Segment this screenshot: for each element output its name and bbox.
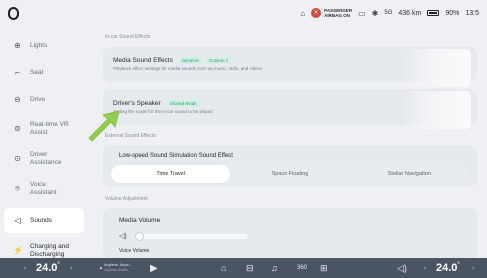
- option-time-travel[interactable]: Time Travel: [111, 165, 231, 183]
- sidebar-item-label: Real-time VR Assist: [30, 120, 69, 136]
- airbag-status: ✕ PASSENGER AIRBAG ON: [311, 8, 352, 18]
- media-volume-card: Media Volume ◁) Voice Volume: [103, 208, 477, 258]
- media-sound-effects-title: Media Sound Effects: [113, 57, 173, 65]
- tag-dynamic: Dynamic: [178, 57, 203, 64]
- battery-percent: 90%: [445, 9, 460, 17]
- sound-icon: ◁: [14, 216, 21, 225]
- sidebar-item-seat[interactable]: ⌐ Seat: [4, 60, 84, 85]
- apps-icon[interactable]: ⊞: [320, 263, 328, 274]
- status-indicators: ⌂ ✕ PASSENGER AIRBAG ON ▭ ✱ 5G 436 km 90…: [300, 8, 479, 18]
- right-temp-up-icon[interactable]: ›: [472, 265, 474, 272]
- low-speed-sound-selector: Time Travel Space Floating Stellar Navig…: [111, 165, 469, 183]
- car-icon[interactable]: ⊟: [246, 263, 254, 274]
- sidebar-item-label: Sounds: [30, 217, 53, 224]
- sidebar-item-sounds[interactable]: ◁ Sounds: [4, 208, 84, 233]
- settings-sidebar: ⊕ Lights ⌐ Seat ⊖ Drive ⊜ Real-time VR A…: [0, 26, 88, 258]
- sidebar-item-label: Charging and Discharging: [30, 242, 70, 258]
- sidebar-item-lights[interactable]: ⊕ Lights: [4, 33, 84, 58]
- tag-shared-mode: Shared Mode: [166, 100, 200, 107]
- sidebar-item-label: Drive: [30, 96, 46, 103]
- media-volume-title: Media Volume: [119, 217, 161, 224]
- status-bar: ⌂ ✕ PASSENGER AIRBAG ON ▭ ✱ 5G 436 km 90…: [0, 0, 487, 26]
- left-temp-up-icon[interactable]: ›: [70, 265, 72, 272]
- airbag-icon: ✕: [311, 8, 322, 18]
- steering-icon: ⊖: [14, 95, 21, 104]
- right-temp-down-icon[interactable]: ‹: [424, 265, 426, 272]
- sidebar-item-real-time-vr-assist[interactable]: ⊜ Real-time VR Assist: [4, 115, 84, 142]
- home-icon[interactable]: ⌂: [221, 263, 226, 273]
- sidebar-item-driver-assistance[interactable]: ⊙ Driver Assistance: [4, 145, 84, 172]
- bluetooth-icon: ✱: [371, 8, 379, 18]
- cabin-sound-illustration: [401, 49, 471, 87]
- play-icon[interactable]: ▲: [99, 265, 103, 270]
- media-icon: ▭: [358, 8, 366, 18]
- range-readout: 436 km: [398, 9, 422, 17]
- charging-icon: ⚡: [13, 246, 23, 255]
- sidebar-item-label: Voice Assistant: [30, 180, 57, 196]
- drivers-speaker-card[interactable]: Driver's Speaker Shared Mode Setting the…: [103, 89, 477, 129]
- option-stellar-navigation[interactable]: Stellar Navigation: [350, 165, 469, 183]
- voice-volume-title: Voice Volume: [119, 248, 150, 254]
- play-button-icon[interactable]: ▶: [150, 263, 158, 274]
- media-volume-knob[interactable]: [134, 231, 144, 241]
- track-subtitle: Joymax Audio: [104, 268, 128, 272]
- sidebar-item-label: Lights: [30, 42, 48, 49]
- right-temperature[interactable]: 24.0°: [436, 262, 460, 274]
- seat-illustration: [401, 91, 471, 129]
- sidebar-item-label: Seat: [30, 69, 44, 76]
- speaker-icon: ◁): [119, 233, 127, 240]
- voice-icon: ⍟: [15, 183, 20, 193]
- low-speed-sound-card: Low-speed Sound Simulation Sound Effect …: [103, 145, 477, 187]
- sidebar-item-drive[interactable]: ⊖ Drive: [4, 87, 84, 112]
- shield-icon: ⌂: [300, 8, 306, 18]
- battery-icon: [427, 10, 440, 16]
- clock: 13:5: [465, 9, 479, 17]
- media-sound-effects-card[interactable]: Media Sound Effects Dynamic Custom 1 Pla…: [103, 47, 477, 87]
- sidebar-item-label: Driver Assistance: [30, 150, 62, 166]
- airbag-line2: AIRBAG ON: [324, 13, 350, 18]
- sidebar-item-voice-assistant[interactable]: ⍟ Voice Assistant: [4, 175, 84, 202]
- seat-icon: ⌐: [15, 68, 20, 77]
- volume-icon[interactable]: ◁): [397, 263, 407, 274]
- track-title: Anytime, Anyw...: [104, 263, 132, 267]
- media-volume-slider[interactable]: [134, 231, 248, 241]
- pointer-arrow-icon: [88, 110, 120, 142]
- vr-icon: ⊜: [14, 124, 21, 133]
- signal-label: 5G: [384, 10, 393, 16]
- brand-logo: [8, 6, 19, 20]
- option-space-floating[interactable]: Space Floating: [230, 165, 349, 183]
- now-playing[interactable]: Anytime, Anyw... Joymax Audio: [104, 263, 132, 273]
- tag-custom: Custom 1: [206, 57, 232, 64]
- music-icon[interactable]: ♫: [271, 263, 278, 273]
- left-temp-down-icon[interactable]: ‹: [24, 265, 26, 272]
- 360-icon[interactable]: 360: [297, 265, 307, 271]
- lights-icon: ⊕: [14, 41, 21, 50]
- sounds-settings-panel: In-car Sound Effects Media Sound Effects…: [95, 26, 487, 258]
- low-speed-sound-title: Low-speed Sound Simulation Sound Effect: [119, 153, 233, 159]
- bottom-dock: ‹ 24.0° › Anytime, Anyw... Joymax Audio …: [0, 258, 487, 278]
- left-temperature[interactable]: 24.0°: [36, 262, 60, 274]
- driver-assist-icon: ⊙: [14, 154, 21, 163]
